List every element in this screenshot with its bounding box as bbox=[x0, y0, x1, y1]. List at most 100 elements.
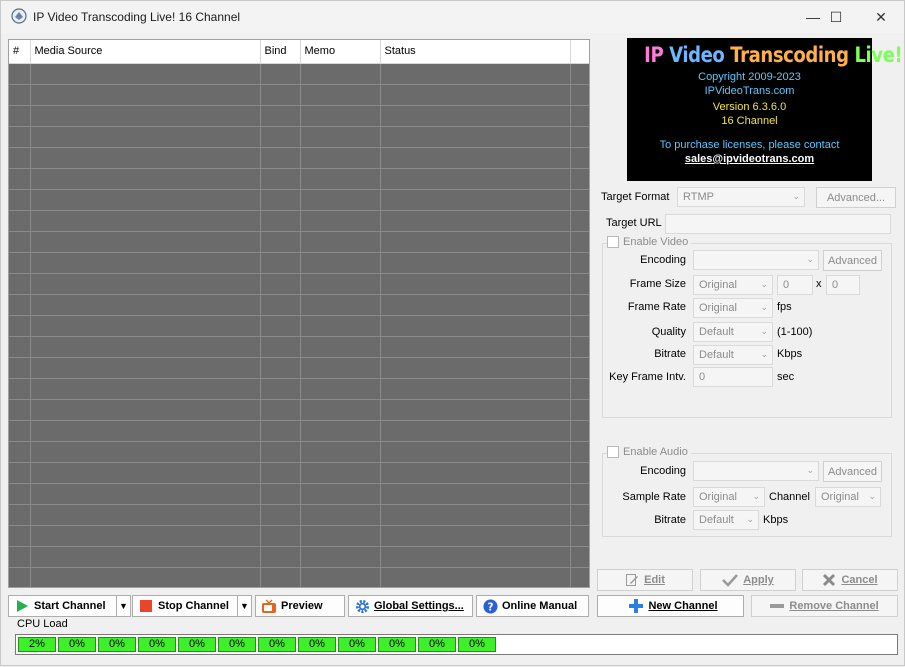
chevron-down-icon: ⌄ bbox=[868, 491, 876, 501]
column-header-memo[interactable]: Memo bbox=[300, 40, 381, 64]
table-row[interactable] bbox=[9, 105, 589, 127]
table-row[interactable] bbox=[9, 84, 589, 106]
quality-range-label: (1-100) bbox=[777, 326, 813, 338]
table-row[interactable] bbox=[9, 336, 589, 358]
table-cell bbox=[30, 399, 261, 421]
table-cell bbox=[570, 252, 589, 274]
column-header-bind[interactable]: Bind bbox=[260, 40, 301, 64]
column-header-status[interactable]: Status bbox=[380, 40, 571, 64]
table-row[interactable] bbox=[9, 441, 589, 463]
audio-bitrate-value: Default bbox=[699, 514, 734, 526]
table-row[interactable] bbox=[9, 504, 589, 526]
channel-grid[interactable]: # Media Source Bind Memo Status bbox=[8, 39, 590, 588]
audio-advanced-button[interactable]: Advanced bbox=[823, 461, 882, 482]
table-row[interactable] bbox=[9, 231, 589, 253]
table-cell bbox=[30, 105, 261, 127]
maximize-button[interactable]: ☐ bbox=[813, 1, 859, 33]
logo-title-video: Video bbox=[669, 43, 731, 67]
table-cell bbox=[9, 315, 31, 337]
table-row[interactable] bbox=[9, 399, 589, 421]
table-row[interactable] bbox=[9, 567, 589, 587]
table-row[interactable] bbox=[9, 189, 589, 211]
cancel-button[interactable]: Cancel bbox=[802, 569, 898, 591]
table-row[interactable] bbox=[9, 525, 589, 547]
preview-button[interactable]: Preview bbox=[255, 595, 345, 617]
table-row[interactable] bbox=[9, 483, 589, 505]
new-channel-button[interactable]: New Channel bbox=[597, 595, 744, 617]
table-cell bbox=[260, 546, 301, 568]
table-cell bbox=[570, 378, 589, 400]
logo-channels: 16 Channel bbox=[721, 115, 778, 127]
edit-button[interactable]: Edit bbox=[597, 569, 693, 591]
table-row[interactable] bbox=[9, 63, 589, 85]
table-cell bbox=[570, 189, 589, 211]
start-channel-dropdown-icon[interactable]: ▼ bbox=[116, 596, 130, 616]
edit-icon bbox=[626, 574, 639, 586]
table-row[interactable] bbox=[9, 546, 589, 568]
table-row[interactable] bbox=[9, 357, 589, 379]
table-cell bbox=[380, 147, 571, 169]
table-cell bbox=[9, 336, 31, 358]
start-channel-button[interactable]: Start Channel ▼ bbox=[8, 595, 131, 617]
table-cell bbox=[30, 210, 261, 232]
table-row[interactable] bbox=[9, 462, 589, 484]
table-row[interactable] bbox=[9, 126, 589, 148]
table-row[interactable] bbox=[9, 273, 589, 295]
table-cell bbox=[260, 273, 301, 295]
target-format-select[interactable]: RTMP ⌄ bbox=[677, 187, 805, 207]
table-cell bbox=[300, 168, 381, 190]
table-cell bbox=[380, 378, 571, 400]
frame-size-label: Frame Size bbox=[629, 278, 686, 290]
table-cell bbox=[260, 168, 301, 190]
apply-button[interactable]: Apply bbox=[700, 569, 796, 591]
quality-select[interactable]: Default ⌄ bbox=[693, 322, 773, 342]
stop-channel-dropdown-icon[interactable]: ▼ bbox=[237, 596, 251, 616]
table-cell bbox=[9, 168, 31, 190]
column-header-media-source[interactable]: Media Source bbox=[30, 40, 261, 64]
table-cell bbox=[380, 231, 571, 253]
frame-width-input[interactable]: 0 bbox=[777, 275, 813, 295]
frame-size-select[interactable]: Original ⌄ bbox=[693, 275, 773, 295]
table-cell bbox=[570, 546, 589, 568]
frame-rate-select[interactable]: Original ⌄ bbox=[693, 298, 773, 318]
table-row[interactable] bbox=[9, 378, 589, 400]
audio-encoding-select[interactable]: ⌄ bbox=[693, 461, 819, 481]
online-manual-label: Online Manual bbox=[502, 600, 578, 612]
enable-video-checkbox[interactable]: Enable Video bbox=[607, 236, 692, 248]
cpu-core-meter: 0% bbox=[98, 637, 136, 652]
video-bitrate-select[interactable]: Default ⌄ bbox=[693, 345, 773, 365]
table-row[interactable] bbox=[9, 210, 589, 232]
chevron-down-icon: ⌄ bbox=[760, 279, 768, 289]
table-row[interactable] bbox=[9, 294, 589, 316]
stop-channel-button[interactable]: Stop Channel ▼ bbox=[132, 595, 252, 617]
audio-bitrate-select[interactable]: Default ⌄ bbox=[693, 510, 759, 530]
target-url-input[interactable] bbox=[665, 214, 891, 234]
video-encoding-select[interactable]: ⌄ bbox=[693, 250, 819, 270]
table-cell bbox=[30, 483, 261, 505]
table-cell bbox=[300, 357, 381, 379]
table-row[interactable] bbox=[9, 315, 589, 337]
remove-channel-button[interactable]: Remove Channel bbox=[751, 595, 898, 617]
video-advanced-button[interactable]: Advanced bbox=[823, 250, 882, 271]
table-cell bbox=[300, 63, 381, 85]
global-settings-button[interactable]: Global Settings... bbox=[348, 595, 473, 617]
online-manual-button[interactable]: ? Online Manual bbox=[476, 595, 589, 617]
table-row[interactable] bbox=[9, 147, 589, 169]
frame-height-input[interactable]: 0 bbox=[826, 275, 860, 295]
minus-icon bbox=[770, 604, 785, 608]
keyframe-interval-input[interactable]: 0 bbox=[693, 367, 773, 387]
table-row[interactable] bbox=[9, 252, 589, 274]
enable-audio-checkbox[interactable]: Enable Audio bbox=[607, 446, 691, 458]
table-cell bbox=[300, 273, 381, 295]
table-row[interactable] bbox=[9, 420, 589, 442]
chevron-down-icon: ⌄ bbox=[746, 514, 754, 524]
logo-email-link[interactable]: sales@ipvideotrans.com bbox=[627, 152, 872, 166]
grid-body bbox=[9, 63, 589, 587]
column-header-number[interactable]: # bbox=[9, 40, 31, 64]
target-advanced-button[interactable]: Advanced... bbox=[816, 187, 896, 208]
close-button[interactable]: ✕ bbox=[858, 1, 904, 33]
audio-channel-select[interactable]: Original ⌄ bbox=[815, 487, 881, 507]
table-row[interactable] bbox=[9, 168, 589, 190]
table-cell bbox=[30, 420, 261, 442]
sample-rate-select[interactable]: Original ⌄ bbox=[693, 487, 765, 507]
